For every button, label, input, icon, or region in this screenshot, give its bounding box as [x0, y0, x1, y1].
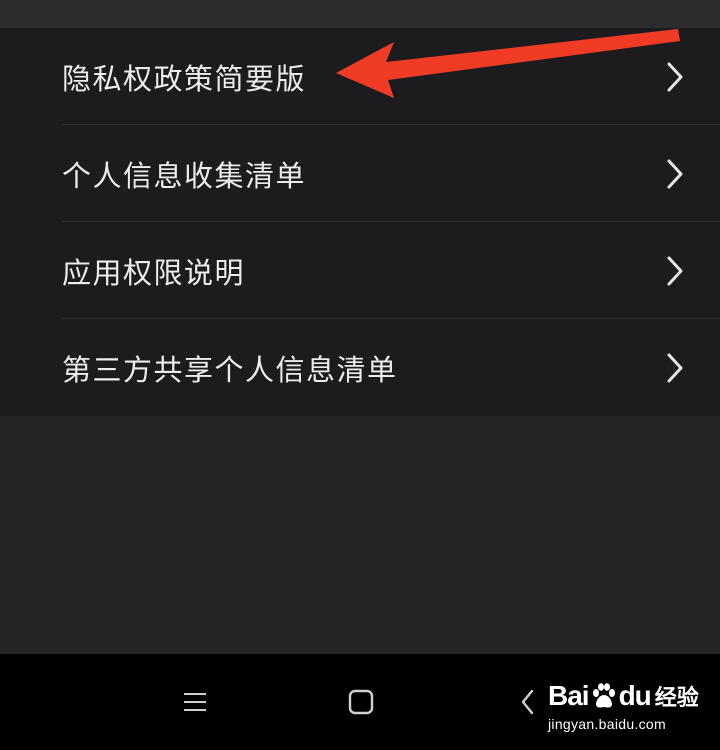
- menu-item-app-permissions[interactable]: 应用权限说明: [0, 222, 720, 319]
- top-strip: [0, 0, 720, 28]
- home-icon[interactable]: [341, 682, 381, 722]
- chevron-right-icon: [662, 157, 688, 191]
- menu-item-personal-info-collection-list[interactable]: 个人信息收集清单: [0, 125, 720, 222]
- chevron-right-icon: [662, 254, 688, 288]
- back-icon[interactable]: [508, 682, 548, 722]
- menu-item-label: 第三方共享个人信息清单: [62, 352, 398, 387]
- menu-item-label: 个人信息收集清单: [62, 158, 307, 193]
- menu-icon[interactable]: [175, 682, 215, 722]
- menu-item-privacy-policy-summary[interactable]: 隐私权政策简要版: [0, 28, 720, 125]
- menu-item-label: 隐私权政策简要版: [62, 61, 307, 96]
- system-navigation-bar: [0, 654, 720, 750]
- menu-item-label: 应用权限说明: [62, 255, 246, 290]
- menu-list: 隐私权政策简要版 个人信息收集清单 应用权限说明 第三方共享个人信息清单: [0, 28, 720, 416]
- menu-item-third-party-sharing-list[interactable]: 第三方共享个人信息清单: [0, 319, 720, 416]
- chevron-right-icon: [662, 60, 688, 94]
- chevron-right-icon: [662, 351, 688, 385]
- privacy-settings-screen: 隐私权政策简要版 个人信息收集清单 应用权限说明 第三方共享个人信息清单 Bai…: [0, 0, 720, 750]
